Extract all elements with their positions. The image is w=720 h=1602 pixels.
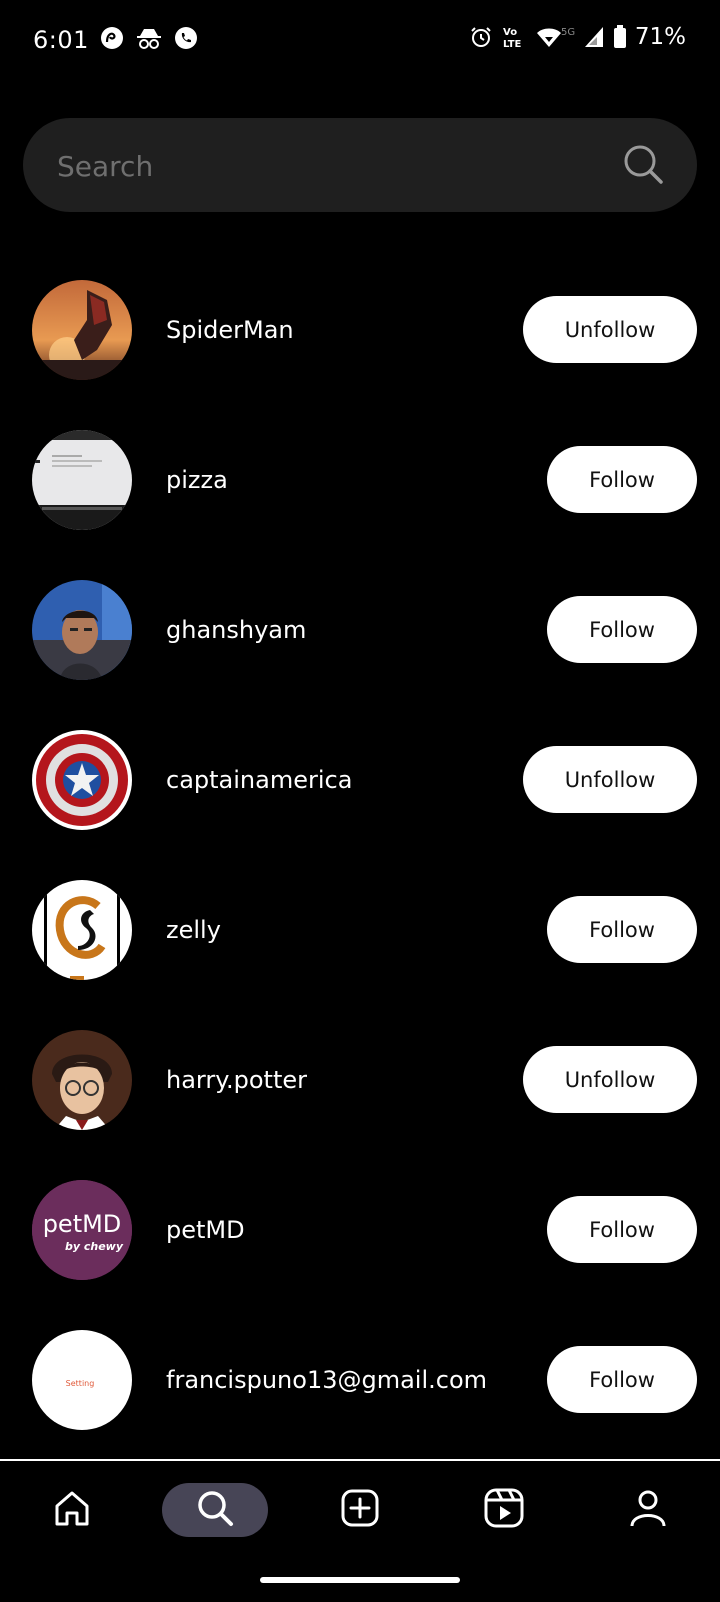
list-item[interactable]: harry.potter Unfollow	[0, 1010, 720, 1160]
follow-button[interactable]: Follow	[547, 1346, 697, 1413]
search-input[interactable]	[55, 118, 619, 214]
search-bar[interactable]	[23, 118, 697, 214]
nav-reels[interactable]	[476, 1483, 532, 1537]
username[interactable]: harry.potter	[166, 1060, 307, 1100]
unfollow-button[interactable]: Unfollow	[523, 746, 697, 813]
status-system-icons: Vo LTE 5G 71%	[469, 24, 686, 50]
add-square-icon[interactable]	[340, 1488, 380, 1532]
svg-text:Setting: Setting	[66, 1379, 95, 1388]
status-bar: 6:01 Vo LTE 5G 71%	[0, 0, 720, 84]
search-icon[interactable]	[621, 142, 665, 190]
portrait-avatar[interactable]	[32, 1030, 132, 1130]
svg-text:LTE: LTE	[503, 39, 522, 49]
list-item[interactable]: zelly Follow	[0, 860, 720, 1010]
nav-home[interactable]	[44, 1483, 100, 1537]
signal-icon	[583, 25, 605, 49]
username[interactable]: francispuno13@gmail.com	[166, 1360, 487, 1400]
follow-button[interactable]: Follow	[547, 1196, 697, 1263]
volte-icon: Vo LTE	[501, 25, 527, 49]
app-notification-icon	[100, 26, 124, 50]
list-item[interactable]: petMD by chewy petMD Follow	[0, 1160, 720, 1310]
svg-text:5G: 5G	[561, 27, 575, 38]
nav-create[interactable]	[332, 1483, 388, 1537]
username[interactable]: pizza	[166, 460, 228, 500]
svg-text:by chewy: by chewy	[65, 1240, 124, 1253]
nav-search[interactable]	[162, 1483, 268, 1537]
petmd-logo-avatar[interactable]: petMD by chewy	[32, 1180, 132, 1280]
unfollow-button[interactable]: Unfollow	[523, 1046, 697, 1113]
list-item[interactable]: captainamerica Unfollow	[0, 710, 720, 860]
profile-icon[interactable]	[628, 1488, 668, 1532]
search-icon[interactable]	[195, 1488, 235, 1532]
incognito-icon	[136, 26, 162, 50]
home-icon[interactable]	[52, 1488, 92, 1532]
username[interactable]: captainamerica	[166, 760, 352, 800]
shield-avatar[interactable]	[32, 730, 132, 830]
letter-logo-avatar[interactable]	[32, 880, 132, 980]
screen-photo-avatar[interactable]	[32, 430, 132, 530]
phone-notification-icon	[174, 26, 198, 50]
status-notification-icons	[100, 26, 198, 50]
selfie-avatar[interactable]	[32, 580, 132, 680]
battery-percentage: 71%	[634, 24, 686, 50]
status-time: 6:01	[33, 26, 89, 54]
list-item[interactable]: Setting francispuno13@gmail.com Follow	[0, 1310, 720, 1460]
wifi-icon: 5G	[535, 25, 575, 49]
follow-button[interactable]: Follow	[547, 596, 697, 663]
reels-icon[interactable]	[483, 1487, 525, 1533]
unfollow-button[interactable]: Unfollow	[523, 296, 697, 363]
svg-text:Vo: Vo	[503, 27, 517, 38]
battery-icon	[613, 25, 627, 49]
alarm-icon	[469, 25, 493, 49]
follow-button[interactable]: Follow	[547, 446, 697, 513]
list-item[interactable]: SpiderMan Unfollow	[0, 260, 720, 410]
username[interactable]: ghanshyam	[166, 610, 306, 650]
username[interactable]: zelly	[166, 910, 221, 950]
spiderman-avatar[interactable]	[32, 280, 132, 380]
home-indicator[interactable]	[260, 1577, 460, 1583]
setting-avatar[interactable]: Setting	[32, 1330, 132, 1430]
svg-text:petMD: petMD	[43, 1210, 122, 1238]
follow-button[interactable]: Follow	[547, 896, 697, 963]
username[interactable]: SpiderMan	[166, 310, 294, 350]
nav-profile[interactable]	[620, 1483, 676, 1537]
list-item[interactable]: pizza Follow	[0, 410, 720, 560]
list-item[interactable]: ghanshyam Follow	[0, 560, 720, 710]
username[interactable]: petMD	[166, 1210, 245, 1250]
